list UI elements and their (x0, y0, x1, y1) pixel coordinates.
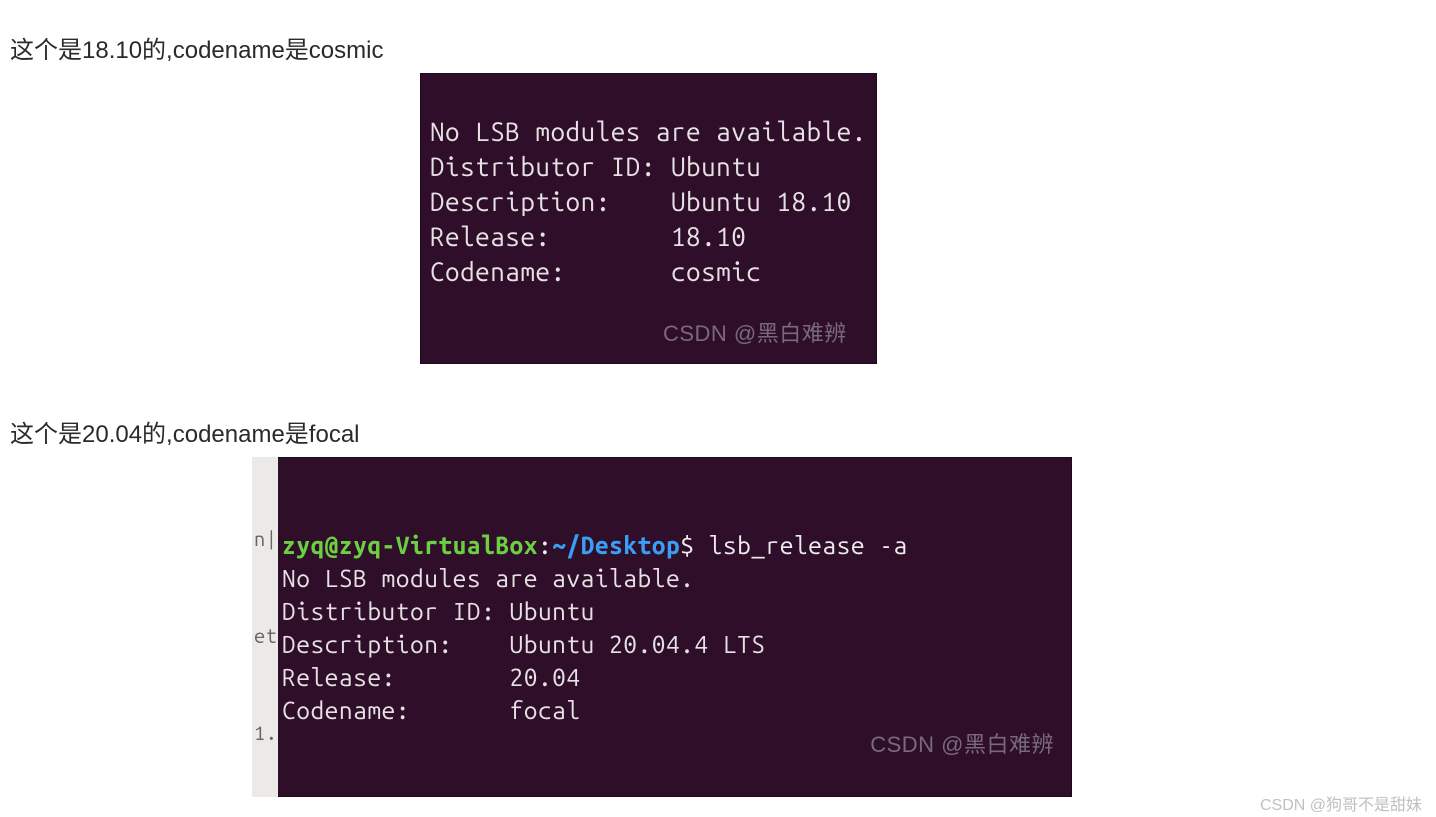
prompt-user: zyq@zyq-VirtualBox (282, 531, 538, 559)
terminal-line: Codename: focal (282, 696, 581, 724)
watermark-terminal-1810: CSDN @黑白难辨 (663, 319, 847, 349)
terminal-2004-container: n| et 1. zyq@zyq-VirtualBox:~/Desktop$ l… (252, 457, 1426, 798)
terminal-line: Codename: cosmic (430, 257, 761, 286)
watermark-terminal-2004: CSDN @黑白难辨 (870, 730, 1054, 760)
terminal-line: Description: Ubuntu 18.10 (430, 187, 852, 216)
terminal-left-edge: n| et 1. (252, 457, 278, 798)
prompt-path: ~/Desktop (552, 531, 680, 559)
terminal-1810-container: No LSB modules are available. Distributo… (420, 73, 1426, 364)
terminal-line: No LSB modules are available. (282, 564, 694, 592)
terminal-line: Distributor ID: Ubuntu (282, 597, 595, 625)
terminal-line: Release: 18.10 (430, 222, 746, 251)
prompt-sep: : (538, 531, 552, 559)
terminal-line: No LSB modules are available. (430, 117, 867, 146)
terminal-line: Distributor ID: Ubuntu (430, 152, 761, 181)
terminal-2004: n| et 1. zyq@zyq-VirtualBox:~/Desktop$ l… (252, 457, 1072, 798)
terminal-1810: No LSB modules are available. Distributo… (420, 73, 877, 364)
terminal-line: Description: Ubuntu 20.04.4 LTS (282, 630, 765, 658)
terminal-line: Release: 20.04 (282, 663, 581, 691)
command-text: lsb_release -a (709, 531, 908, 559)
prompt-dollar: $ (680, 531, 708, 559)
caption-2004: 这个是20.04的,codename是focal (10, 414, 1426, 449)
caption-1810: 这个是18.10的,codename是cosmic (10, 30, 1426, 65)
